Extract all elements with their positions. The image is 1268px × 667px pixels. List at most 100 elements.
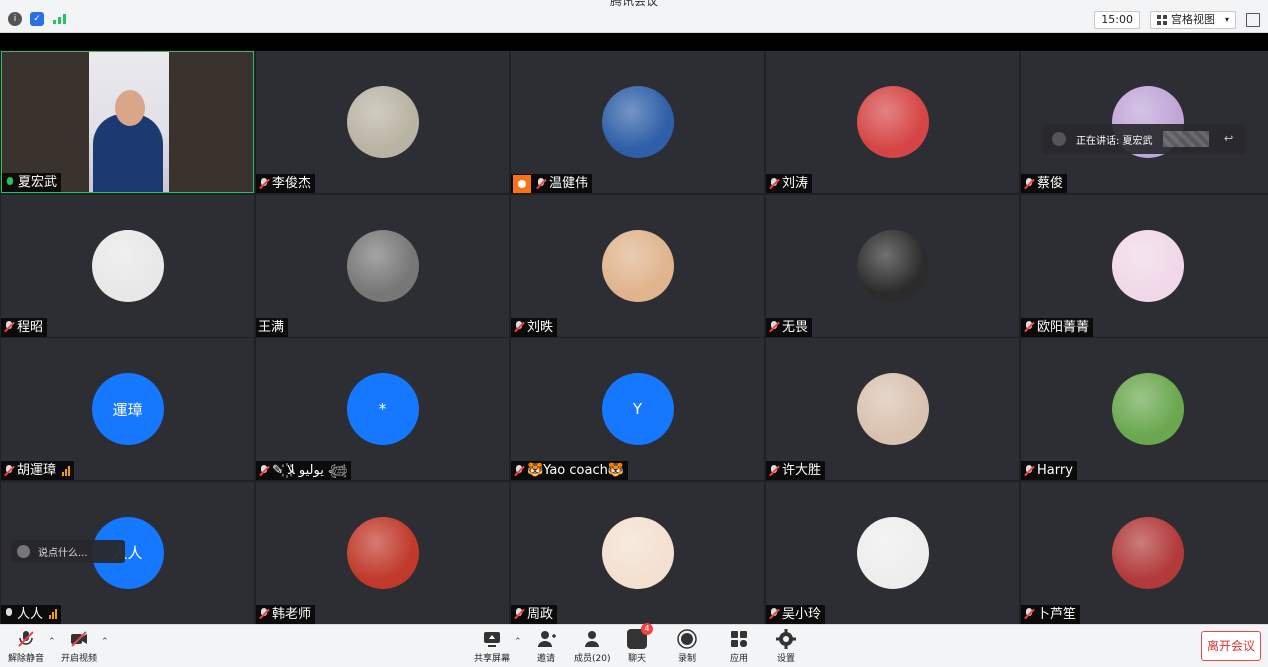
- leave-meeting-button[interactable]: 离开会议: [1201, 631, 1261, 661]
- emoji-icon[interactable]: [17, 545, 30, 558]
- gear-icon: [776, 629, 796, 649]
- participant-name: 吴小玲: [782, 606, 822, 622]
- quick-chat-input[interactable]: 说点什么...: [11, 540, 125, 563]
- grid-view-icon: [1156, 15, 1167, 25]
- mic-muted-icon: [18, 631, 34, 647]
- participant-tile[interactable]: 程昭: [1, 194, 254, 337]
- participant-avatar: [91, 229, 164, 302]
- participant-avatar: [856, 373, 929, 445]
- window-title: 腾讯会议: [609, 0, 658, 8]
- participant-tile[interactable]: 王满: [256, 194, 509, 337]
- participant-tile[interactable]: Y 🐯Yao coach🐯: [511, 338, 764, 480]
- info-icon[interactable]: i: [8, 12, 22, 26]
- view-mode-dropdown[interactable]: 宫格视图 ▾: [1149, 11, 1236, 29]
- share-options-caret-icon[interactable]: ⌃: [514, 637, 522, 647]
- participant-tile[interactable]: * ✎ يوليو ﻼ꙰ 𓆉: [256, 338, 509, 480]
- participant-name-tag: 蔡俊: [1021, 174, 1068, 193]
- participant-tile[interactable]: Harry: [1021, 338, 1268, 480]
- active-speaker-label: 正在讲话: 夏宏武: [1076, 135, 1153, 147]
- mic-muted-icon: [3, 464, 15, 477]
- participant-avatar: [601, 516, 674, 589]
- participant-tile[interactable]: 卜芦笙: [1021, 481, 1268, 624]
- video-options-caret-icon[interactable]: ⌃: [101, 637, 109, 647]
- participant-name: 人人: [17, 606, 44, 622]
- camera-video-feed: [89, 52, 169, 192]
- participant-name: 李俊杰: [272, 176, 312, 191]
- share-screen-label: 共享屏幕: [474, 654, 511, 664]
- unmute-label: 解除静音: [8, 654, 45, 664]
- share-screen-button[interactable]: 共享屏幕: [474, 629, 510, 664]
- participant-avatar: [856, 516, 929, 589]
- participant-tile[interactable]: 周政: [511, 481, 764, 624]
- participant-name: 王满: [258, 319, 285, 335]
- apps-button[interactable]: 应用: [729, 629, 749, 664]
- participant-name: ✎ يوليو ﻼ꙰ 𓆉: [272, 463, 348, 478]
- mic-muted-icon: [258, 464, 270, 477]
- participant-name-tag: 温健伟: [511, 174, 593, 193]
- reply-icon[interactable]: ↩: [1224, 132, 1238, 146]
- chat-placeholder: 说点什么...: [38, 548, 88, 559]
- participant-tile[interactable]: 欧阳菁菁: [1021, 194, 1268, 337]
- participant-name-tag: Harry: [1021, 461, 1077, 480]
- participant-name: 夏宏武: [18, 175, 58, 190]
- participant-tile[interactable]: 刘昳: [511, 194, 764, 337]
- participant-tile[interactable]: 夏宏武: [1, 51, 254, 193]
- start-video-button[interactable]: 开启视频: [61, 629, 97, 664]
- mic-muted-icon: [1023, 464, 1035, 477]
- network-signal-icon[interactable]: [52, 12, 68, 26]
- participant-tile[interactable]: 李俊杰: [256, 51, 509, 193]
- unmute-button[interactable]: 解除静音: [8, 629, 44, 664]
- participant-name-tag: 李俊杰: [256, 174, 316, 193]
- record-button[interactable]: 录制: [677, 629, 697, 664]
- active-speaker-popup: 正在讲话: 夏宏武 ↩: [1042, 124, 1246, 154]
- mic-muted-icon: [768, 321, 780, 333]
- mic-muted-icon: [1023, 321, 1035, 333]
- chat-icon: 4: [627, 623, 653, 649]
- meeting-timer: 15:00: [1094, 11, 1140, 29]
- participant-tile[interactable]: 刘涛: [766, 51, 1019, 193]
- chat-button[interactable]: 4 聊天: [627, 623, 653, 664]
- participant-name-tag: 刘昳: [511, 317, 558, 337]
- blurred-avatars: [1162, 131, 1209, 147]
- participant-tile[interactable]: 温健伟: [511, 51, 764, 193]
- participant-avatar: *: [346, 373, 419, 445]
- participant-avatar: [346, 229, 419, 302]
- participant-name-tag: 胡運璋: [1, 461, 75, 480]
- invite-user-icon: [538, 631, 556, 647]
- participant-name: 温健伟: [549, 176, 589, 191]
- fullscreen-icon[interactable]: [1246, 13, 1260, 27]
- mic-muted-icon: [1023, 177, 1035, 190]
- participant-name: 🐯Yao coach🐯: [527, 463, 625, 478]
- apps-icon: [731, 631, 747, 647]
- participant-name-tag: 人人: [1, 604, 62, 624]
- invite-button[interactable]: 邀请: [536, 629, 556, 664]
- security-shield-icon[interactable]: ✓: [30, 12, 44, 26]
- avatar-initials: 運璋: [112, 400, 143, 419]
- weak-signal-icon: [62, 465, 71, 476]
- participant-avatar: Y: [601, 373, 674, 445]
- participant-tile[interactable]: 蔡俊: [1021, 51, 1268, 193]
- participant-tile[interactable]: 運璋胡運璋: [1, 338, 254, 480]
- participant-name-tag: 王满: [256, 317, 289, 337]
- participant-avatar: [346, 86, 419, 158]
- speaker-mic-icon: [1052, 132, 1066, 146]
- participant-tile[interactable]: 韩老师: [256, 481, 509, 624]
- host-badge-icon: [513, 174, 531, 193]
- audio-options-caret-icon[interactable]: ⌃: [48, 637, 56, 647]
- mic-muted-icon: [258, 177, 270, 190]
- members-button[interactable]: 成员(20): [574, 629, 610, 664]
- participant-tile[interactable]: 吴小玲: [766, 481, 1019, 624]
- participant-avatar: [1111, 516, 1184, 589]
- participant-name: 卜芦笙: [1037, 606, 1077, 622]
- mic-icon: [4, 176, 16, 189]
- chat-unread-badge: 4: [641, 623, 653, 635]
- participant-name: 刘涛: [782, 176, 809, 191]
- record-icon: [677, 629, 697, 649]
- mic-muted-icon: [768, 464, 780, 477]
- participant-tile[interactable]: 许大胜: [766, 338, 1019, 480]
- title-bar: 腾讯会议 i ✓ 15:00 宫格视图 ▾: [0, 0, 1268, 33]
- members-label: 成员(20): [574, 654, 611, 664]
- settings-button[interactable]: 设置: [776, 629, 796, 664]
- participant-tile[interactable]: 无畏: [766, 194, 1019, 337]
- participant-name: 刘昳: [527, 319, 554, 335]
